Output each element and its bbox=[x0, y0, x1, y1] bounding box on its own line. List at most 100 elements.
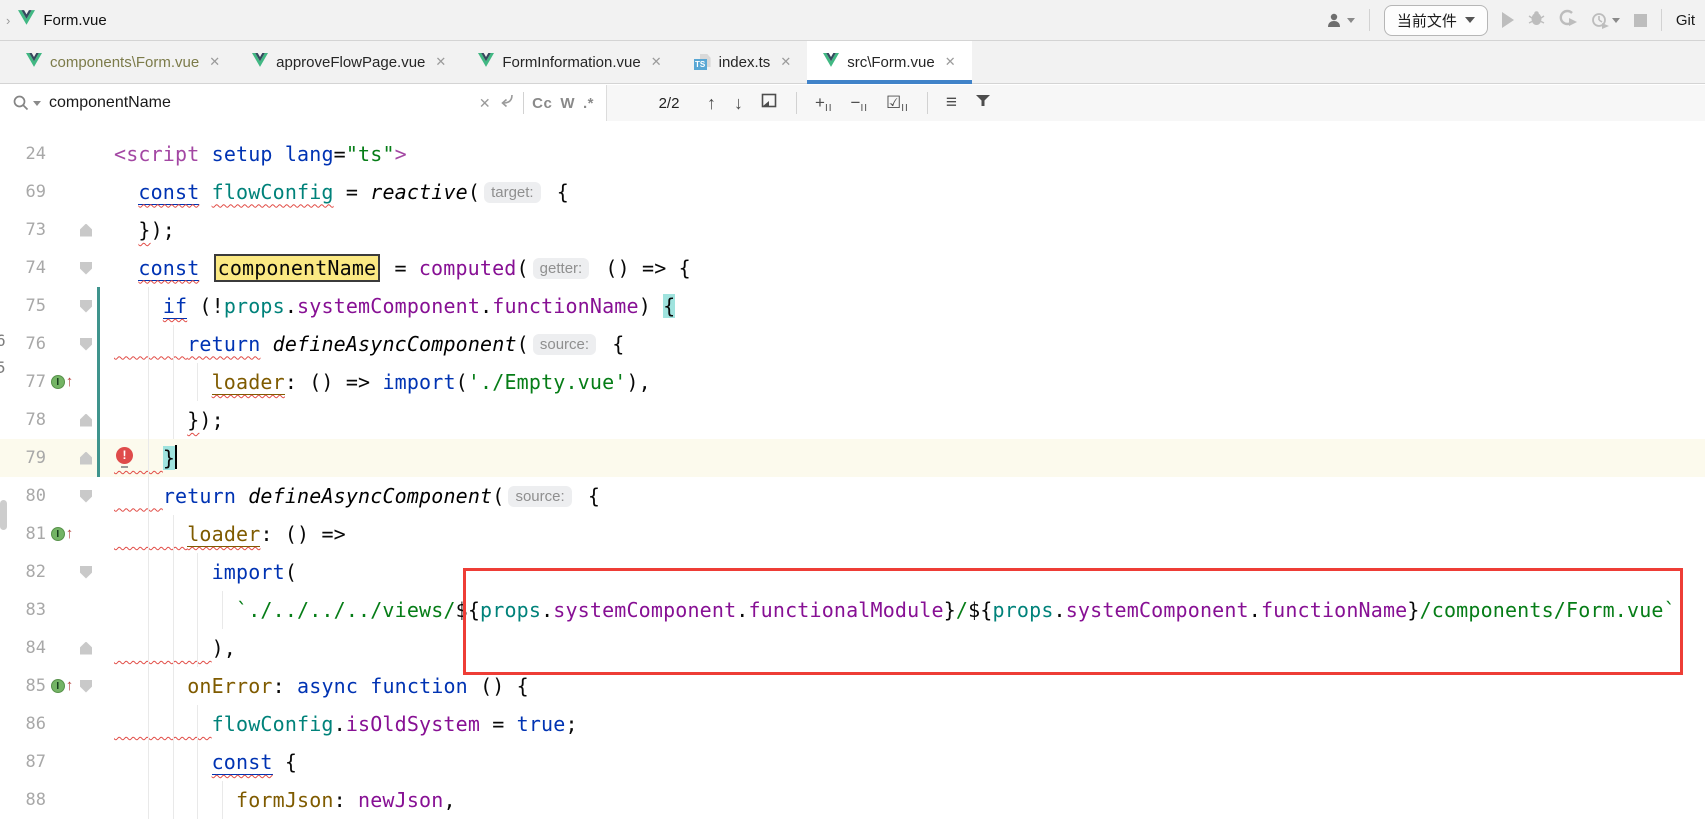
vcs-space bbox=[94, 173, 104, 211]
profiler-icon[interactable] bbox=[1591, 12, 1620, 29]
code-line-78: 78 }); bbox=[0, 401, 1705, 439]
fold-marker-icon[interactable] bbox=[78, 490, 94, 503]
fold-marker-icon[interactable] bbox=[78, 452, 94, 465]
debug-icon[interactable] bbox=[1528, 10, 1545, 31]
vcs-change-marker bbox=[94, 287, 104, 325]
tab-close-icon[interactable]: ✕ bbox=[945, 54, 956, 70]
newline-icon[interactable] bbox=[499, 93, 515, 113]
run-with-coverage-icon[interactable] bbox=[1559, 9, 1577, 31]
indent-guide bbox=[148, 629, 149, 667]
tab-index-ts[interactable]: TSindex.ts✕ bbox=[678, 41, 808, 83]
code-text[interactable]: loader: () => import('./Empty.vue'), bbox=[104, 363, 651, 401]
git-menu-label[interactable]: Git bbox=[1676, 12, 1695, 29]
tab-src-form-vue[interactable]: src\Form.vue✕ bbox=[807, 41, 971, 83]
filter-icon[interactable] bbox=[975, 94, 991, 112]
find-in-selection-icon[interactable] bbox=[761, 93, 778, 114]
next-match-icon[interactable]: ↓ bbox=[734, 93, 743, 114]
line-number: 85 bbox=[0, 667, 46, 705]
fold-marker-icon[interactable] bbox=[78, 224, 94, 237]
tab-close-icon[interactable]: ✕ bbox=[780, 54, 791, 70]
code-line-88: 88 formJson: newJson, bbox=[0, 781, 1705, 819]
code-text[interactable]: loader: () => bbox=[104, 515, 346, 553]
remove-occurrence-icon[interactable]: −II bbox=[851, 93, 869, 113]
code-text[interactable]: flowConfig.isOldSystem = true; bbox=[104, 705, 578, 743]
implemented-gutter-icon[interactable]: I↑ bbox=[46, 679, 78, 693]
tab-label: approveFlowPage.vue bbox=[276, 54, 425, 71]
indent-guide bbox=[148, 743, 149, 781]
implemented-gutter-icon[interactable]: I↑ bbox=[46, 527, 78, 541]
breadcrumb-chevron-icon: › bbox=[6, 13, 10, 28]
search-input[interactable]: componentName bbox=[49, 94, 471, 112]
code-text[interactable]: return defineAsyncComponent(source: { bbox=[104, 325, 624, 364]
fold-marker-icon[interactable] bbox=[78, 338, 94, 351]
vue-logo-icon bbox=[18, 10, 35, 30]
vcs-space bbox=[94, 591, 104, 629]
vcs-change-marker bbox=[94, 325, 104, 363]
indent-guide bbox=[173, 325, 174, 363]
tab-approveflowpage-vue[interactable]: approveFlowPage.vue ✕ bbox=[236, 41, 462, 83]
fold-marker-icon[interactable] bbox=[78, 566, 94, 579]
code-line-79: 79 }! bbox=[0, 439, 1705, 477]
code-text[interactable]: return defineAsyncComponent(source: { bbox=[104, 477, 600, 516]
indent-guide bbox=[222, 781, 223, 819]
indent-guide bbox=[197, 591, 198, 629]
vcs-space bbox=[94, 135, 104, 173]
separator bbox=[927, 92, 928, 114]
select-all-occurrences-icon[interactable]: ☑II bbox=[886, 93, 909, 113]
indent-guide bbox=[173, 781, 174, 819]
tab-label: index.ts bbox=[719, 54, 771, 71]
words-toggle[interactable]: W bbox=[560, 95, 575, 112]
code-text[interactable]: }); bbox=[104, 211, 175, 249]
tab-close-icon[interactable]: ✕ bbox=[651, 54, 662, 70]
tab-label: components\Form.vue bbox=[50, 54, 199, 71]
clear-search-icon[interactable]: ✕ bbox=[479, 95, 491, 112]
run-configuration-combo[interactable]: 当前文件 bbox=[1384, 5, 1488, 36]
indent-guide bbox=[222, 591, 223, 629]
tab-close-icon[interactable]: ✕ bbox=[435, 54, 446, 70]
indent-guide bbox=[148, 515, 149, 553]
implemented-gutter-icon[interactable]: I↑ bbox=[46, 375, 78, 389]
code-line-77: 77I↑ loader: () => import('./Empty.vue')… bbox=[0, 363, 1705, 401]
search-options-icon[interactable]: ≡ bbox=[946, 92, 957, 114]
code-text[interactable]: import( bbox=[104, 553, 297, 591]
search-icon[interactable] bbox=[12, 94, 41, 112]
code-text[interactable]: if (!props.systemComponent.functionName)… bbox=[104, 287, 675, 325]
indent-guide bbox=[173, 743, 174, 781]
add-occurrence-icon[interactable]: +II bbox=[815, 93, 833, 113]
vcs-change-marker bbox=[94, 439, 104, 477]
code-text[interactable]: onError: async function () { bbox=[104, 667, 529, 705]
fold-marker-icon[interactable] bbox=[78, 300, 94, 313]
indent-guide bbox=[148, 781, 149, 819]
code-text[interactable]: }); bbox=[104, 401, 224, 439]
code-text[interactable]: `./../../../views/${props.systemComponen… bbox=[104, 591, 1676, 629]
fold-marker-icon[interactable] bbox=[78, 262, 94, 275]
code-text[interactable]: const flowConfig = reactive(target: { bbox=[104, 173, 569, 212]
fold-marker-icon[interactable] bbox=[78, 414, 94, 427]
code-line-85: 85I↑ onError: async function () { bbox=[0, 667, 1705, 705]
match-case-toggle[interactable]: Cc bbox=[532, 95, 552, 112]
error-bulb-icon[interactable]: ! bbox=[116, 447, 133, 464]
code-text[interactable]: } bbox=[104, 439, 177, 477]
code-editor[interactable]: 24<script setup lang="ts">69 const flowC… bbox=[0, 121, 1705, 820]
stop-icon[interactable] bbox=[1634, 14, 1647, 27]
code-line-69: 69 const flowConfig = reactive(target: { bbox=[0, 173, 1705, 211]
fold-marker-icon[interactable] bbox=[78, 680, 94, 693]
tab-components-form-vue[interactable]: components\Form.vue ✕ bbox=[10, 41, 236, 83]
vue-file-icon bbox=[252, 53, 268, 71]
regex-toggle[interactable]: .* bbox=[583, 95, 594, 112]
code-text[interactable]: <script setup lang="ts"> bbox=[104, 135, 407, 173]
run-icon[interactable] bbox=[1502, 12, 1514, 28]
code-text[interactable]: formJson: newJson, bbox=[104, 781, 456, 819]
search-field[interactable]: componentName ✕ Cc W .* bbox=[0, 85, 607, 121]
tab-close-icon[interactable]: ✕ bbox=[209, 54, 220, 70]
editor-tab-bar: components\Form.vue ✕ approveFlowPage.vue ✕… bbox=[0, 41, 1705, 84]
vcs-space bbox=[94, 629, 104, 667]
code-text[interactable]: const { bbox=[104, 743, 297, 781]
previous-match-icon[interactable]: ↑ bbox=[707, 93, 716, 114]
code-text[interactable]: ), bbox=[104, 629, 236, 667]
fold-marker-icon[interactable] bbox=[78, 642, 94, 655]
indent-guide bbox=[148, 325, 149, 363]
tab-forminformation-vue[interactable]: FormInformation.vue✕ bbox=[462, 41, 677, 83]
user-icon[interactable] bbox=[1326, 12, 1355, 28]
code-text[interactable]: const componentName = computed(getter: (… bbox=[104, 249, 691, 288]
